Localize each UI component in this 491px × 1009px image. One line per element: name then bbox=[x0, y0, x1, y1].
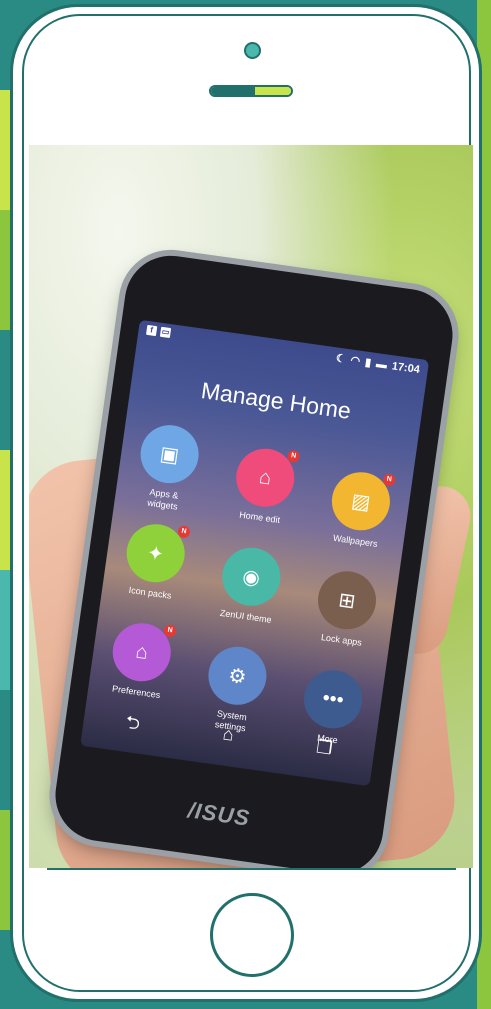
app-apps-widgets[interactable]: ▣ Apps & widgets bbox=[122, 420, 213, 516]
screen-bottom-divider bbox=[47, 868, 456, 870]
app-lock-apps[interactable]: ⊞ Lock apps bbox=[301, 566, 391, 651]
new-badge: N bbox=[163, 624, 177, 638]
brand-logo: /ISUS bbox=[186, 797, 252, 831]
app-label: Lock apps bbox=[320, 632, 363, 648]
status-time: 17:04 bbox=[391, 359, 421, 376]
signal-icon: ▮ bbox=[364, 356, 372, 370]
wifi-icon: ◠ bbox=[349, 354, 361, 368]
wallpaper-icon: ▨ N bbox=[328, 468, 396, 535]
home-button[interactable] bbox=[210, 893, 294, 977]
app-icon-packs[interactable]: ✦ N Icon packs bbox=[110, 519, 200, 604]
app-label: Home edit bbox=[238, 509, 281, 526]
app-label: Wallpapers bbox=[332, 532, 379, 549]
app-label: Apps & widgets bbox=[146, 486, 180, 512]
back-button[interactable]: ⮌ bbox=[123, 710, 141, 742]
home-button-soft[interactable]: ⌂ bbox=[220, 723, 236, 754]
battery-icon: ▬ bbox=[375, 357, 388, 372]
front-camera-icon bbox=[244, 42, 261, 59]
photo-area: f ▭ ☾ ◠ ▮ ▬ 17:04 Manage Home ▣ Apps & w… bbox=[29, 145, 473, 868]
app-label: Preferences bbox=[111, 683, 161, 701]
more-icon: ••• bbox=[300, 666, 366, 733]
facebook-icon: f bbox=[145, 324, 158, 337]
app-wallpapers[interactable]: ▨ N Wallpapers bbox=[315, 467, 405, 552]
app-home-edit[interactable]: ⌂ N Home edit bbox=[219, 443, 309, 528]
new-badge: N bbox=[177, 525, 191, 539]
app-label: Icon packs bbox=[128, 584, 173, 601]
app-zenui-theme[interactable]: ◉ ZenUI theme bbox=[205, 542, 295, 627]
phone-screen: f ▭ ☾ ◠ ▮ ▬ 17:04 Manage Home ▣ Apps & w… bbox=[80, 319, 430, 787]
preferences-icon: ⌂ N bbox=[109, 619, 177, 685]
app-preferences[interactable]: ⌂ N Preferences bbox=[96, 618, 186, 703]
gear-icon: ⚙ bbox=[204, 643, 271, 709]
moon-icon: ☾ bbox=[335, 352, 347, 366]
speaker-grille bbox=[209, 85, 293, 97]
image-icon: ▭ bbox=[159, 326, 172, 339]
icon-packs-icon: ✦ N bbox=[122, 520, 191, 586]
recent-apps-button[interactable]: ❐ bbox=[314, 737, 334, 769]
app-label: ZenUI theme bbox=[219, 607, 273, 625]
new-badge: N bbox=[286, 449, 301, 464]
lock-apps-icon: ⊞ bbox=[314, 567, 380, 634]
status-bar: f ▭ ☾ ◠ ▮ ▬ 17:04 bbox=[137, 320, 429, 382]
home-edit-icon: ⌂ N bbox=[232, 444, 301, 511]
palette-icon: ◉ bbox=[218, 543, 285, 610]
new-badge: N bbox=[382, 473, 396, 487]
apps-widgets-icon: ▣ bbox=[136, 421, 203, 487]
